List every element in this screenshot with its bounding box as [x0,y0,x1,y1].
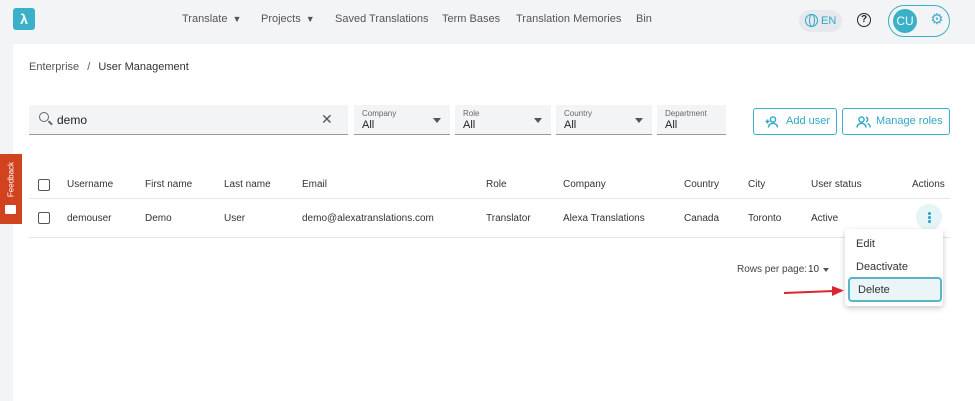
menu-item-delete[interactable]: Delete [848,277,942,302]
app-logo[interactable]: λ [13,8,35,30]
header-role[interactable]: Role [486,179,507,190]
country-select-value: All [564,119,577,131]
chevron-down-icon: ▼ [305,14,315,24]
row-actions-button[interactable] [916,204,942,230]
search-input[interactable]: demo ✕ [29,105,348,135]
chat-icon [5,205,16,214]
rows-per-page-label: Rows per page: [737,264,808,275]
nav-bin[interactable]: Bin [636,13,652,25]
clear-icon[interactable]: ✕ [321,111,333,128]
add-user-button[interactable]: Add user [753,108,837,135]
department-select[interactable]: Department All [657,105,726,135]
header-actions: Actions [912,179,945,190]
role-select-label: Role [463,109,480,118]
breadcrumb-current: User Management [98,61,189,73]
cell-username: demouser [67,213,112,224]
header-last-name[interactable]: Last name [224,179,271,190]
avatar[interactable]: CU [893,9,917,33]
cell-company: Alexa Translations [563,213,645,224]
manage-roles-label: Manage roles [876,115,943,127]
country-select-label: Country [564,109,593,118]
kebab-icon [928,212,931,215]
row-checkbox[interactable] [38,212,50,224]
dropdown-arrow-icon [433,118,441,123]
nav-translate-label: Translate [182,13,228,25]
kebab-icon [928,216,931,219]
feedback-tab[interactable]: Feedback [0,154,22,224]
nav-projects-label: Projects [261,13,301,25]
manage-roles-icon [856,109,871,137]
globe-icon [805,14,818,27]
add-user-icon [765,109,779,137]
department-select-label: Department [665,109,707,118]
header-user-status[interactable]: User status [811,179,862,190]
role-select[interactable]: Role All [455,105,551,135]
cell-role: Translator [486,213,531,224]
kebab-icon [928,220,931,223]
cell-first-name: Demo [145,213,172,224]
role-select-value: All [463,119,476,131]
header-username[interactable]: Username [67,179,113,190]
header-email[interactable]: Email [302,179,327,190]
chevron-down-icon[interactable] [823,268,829,272]
cell-email: demo@alexatranslations.com [302,213,434,224]
dropdown-arrow-icon [635,118,643,123]
table-divider [29,237,950,238]
top-bar: λ Translate ▼ Projects ▼ Saved Translation… [0,0,975,42]
nav-term-bases[interactable]: Term Bases [442,13,500,25]
company-select-label: Company [362,109,397,118]
cell-user-status: Active [811,213,839,224]
company-select[interactable]: Company All [354,105,450,135]
help-icon[interactable]: ? [857,13,871,27]
menu-item-deactivate[interactable]: Deactivate [856,261,908,273]
company-select-value: All [362,119,375,131]
breadcrumb-parent[interactable]: Enterprise [29,61,79,73]
search-icon [39,112,49,122]
table-divider [29,198,950,199]
header-city[interactable]: City [748,179,765,190]
rows-per-page-select[interactable]: 10 [808,264,819,275]
header-company[interactable]: Company [563,179,606,190]
cell-city: Toronto [748,213,782,224]
select-all-checkbox[interactable] [38,179,50,191]
header-first-name[interactable]: First name [145,179,192,190]
feedback-label: Feedback [6,161,16,198]
add-user-label: Add user [786,115,831,127]
gear-icon[interactable]: ⚙ [929,12,945,28]
breadcrumb: Enterprise / User Management [29,61,189,73]
cell-country: Canada [684,213,720,224]
annotation-arrow-icon [784,286,844,296]
cell-last-name: User [224,213,246,224]
chevron-down-icon: ▼ [232,14,242,24]
search-value: demo [57,113,88,127]
nav-translation-memories[interactable]: Translation Memories [516,13,621,25]
header-country[interactable]: Country [684,179,719,190]
dropdown-arrow-icon [534,118,542,123]
menu-item-delete-label: Delete [858,284,890,296]
country-select[interactable]: Country All [556,105,652,135]
nav-saved-translations[interactable]: Saved Translations [335,13,429,25]
nav-translate[interactable]: Translate ▼ [182,13,241,25]
menu-item-edit[interactable]: Edit [856,238,875,250]
nav-projects[interactable]: Projects ▼ [261,13,315,25]
department-select-value: All [665,119,678,131]
manage-roles-button[interactable]: Manage roles [842,108,950,135]
breadcrumb-separator: / [87,61,91,73]
